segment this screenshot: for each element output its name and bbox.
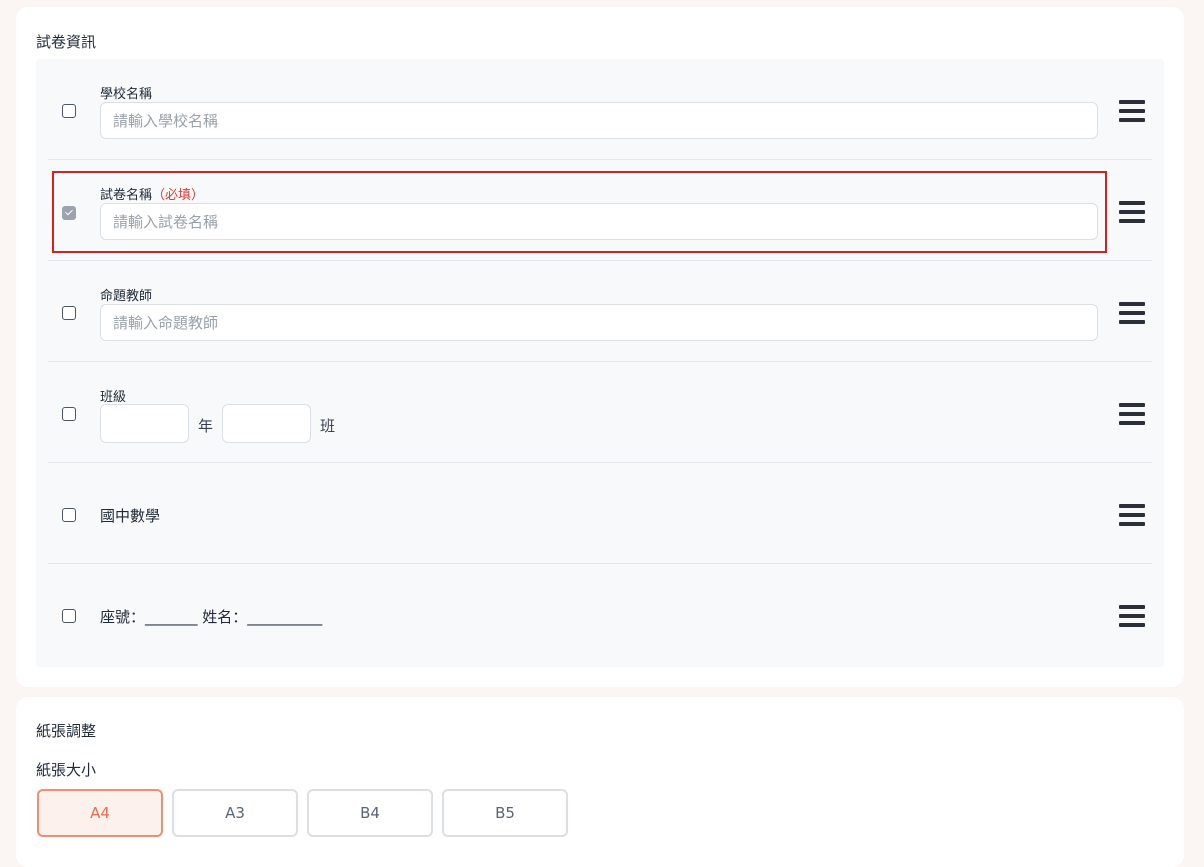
subject-text: 國中數學 xyxy=(100,507,161,525)
teacher-input[interactable] xyxy=(100,304,1098,341)
checkbox-seat-name[interactable] xyxy=(62,609,76,623)
checkbox-class[interactable] xyxy=(62,407,76,421)
exam-name-label: 試卷名稱（必填） xyxy=(100,184,204,203)
drag-handle-icon[interactable] xyxy=(1119,100,1145,122)
list-item-class: 班級 年 班 xyxy=(48,362,1152,463)
drag-handle-icon[interactable] xyxy=(1119,504,1145,526)
exam-info-list: 學校名稱 試卷名稱（必填） 命題教師 班級 xyxy=(36,59,1164,667)
paper-settings-card: 紙張調整 紙張大小 A4 A3 B4 B5 xyxy=(16,697,1184,867)
required-mark: （必填） xyxy=(152,188,205,203)
paper-size-b4-button[interactable]: B4 xyxy=(307,789,433,837)
exam-info-title: 試卷資訊 xyxy=(36,33,97,51)
list-item-teacher: 命題教師 xyxy=(48,261,1152,362)
paper-size-a4-button[interactable]: A4 xyxy=(37,789,163,837)
teacher-label-text: 命題教師 xyxy=(100,289,153,304)
list-item-school-name: 學校名稱 xyxy=(48,59,1152,160)
list-item-subject: 國中數學 xyxy=(48,463,1152,564)
teacher-label: 命題教師 xyxy=(100,285,152,304)
list-item-exam-name: 試卷名稱（必填） xyxy=(48,160,1152,261)
checkbox-teacher[interactable] xyxy=(62,306,76,320)
checkbox-school-name[interactable] xyxy=(62,104,76,118)
paper-size-a3-button[interactable]: A3 xyxy=(172,789,298,837)
class-number-input[interactable] xyxy=(222,404,311,443)
grade-unit: 年 xyxy=(198,417,214,435)
paper-size-label: 紙張大小 xyxy=(36,761,97,779)
paper-size-b5-button[interactable]: B5 xyxy=(442,789,568,837)
school-name-input[interactable] xyxy=(100,102,1098,139)
list-item-seat-name: 座號：_______ 姓名：__________ xyxy=(48,564,1152,664)
school-name-label: 學校名稱 xyxy=(100,83,152,102)
drag-handle-icon[interactable] xyxy=(1119,403,1145,425)
paper-settings-title: 紙張調整 xyxy=(36,722,97,740)
class-label: 班級 xyxy=(100,390,127,405)
exam-name-label-text: 試卷名稱 xyxy=(100,188,153,203)
drag-handle-icon[interactable] xyxy=(1119,302,1145,324)
grade-input[interactable] xyxy=(100,404,189,443)
checkbox-exam-name[interactable] xyxy=(62,206,76,220)
school-name-label-text: 學校名稱 xyxy=(100,87,153,102)
exam-name-input[interactable] xyxy=(100,203,1098,240)
checkbox-subject[interactable] xyxy=(62,508,76,522)
class-unit: 班 xyxy=(320,417,336,435)
seat-name-text: 座號：_______ 姓名：__________ xyxy=(100,608,323,626)
drag-handle-icon[interactable] xyxy=(1119,201,1145,223)
drag-handle-icon[interactable] xyxy=(1119,605,1145,627)
exam-info-card: 試卷資訊 學校名稱 試卷名稱（必填） 命題教師 xyxy=(16,7,1184,687)
